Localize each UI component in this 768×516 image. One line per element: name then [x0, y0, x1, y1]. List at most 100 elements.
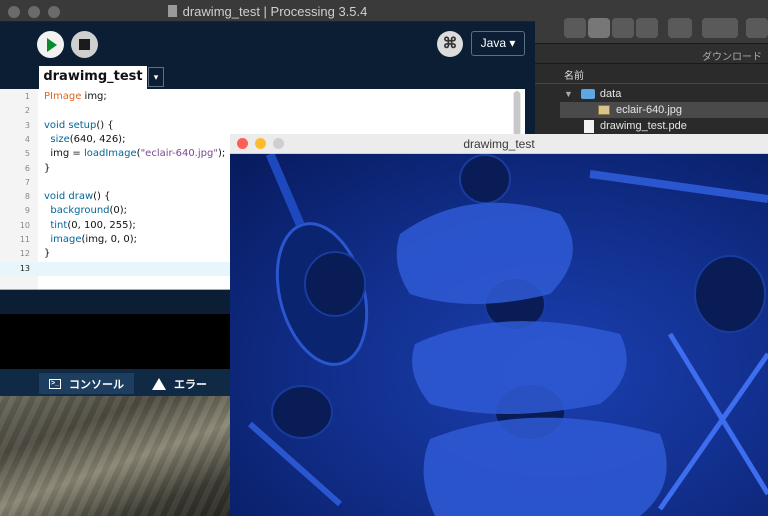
line-number: 9 — [24, 206, 30, 216]
ide-title-text: drawimg_test | Processing 3.5.4 — [182, 4, 368, 19]
finder-item-label: data — [599, 88, 622, 100]
code-text: tint(0, 100, 255); — [44, 219, 136, 233]
code-text: void draw() { — [44, 190, 110, 204]
finder-item-label: drawimg_test.pde — [600, 120, 687, 132]
line-number: 8 — [24, 192, 30, 202]
code-token: PImage — [44, 91, 82, 102]
code-text: void setup() { — [44, 119, 114, 133]
sketch-output-window: drawimg_test — [230, 134, 768, 516]
code-token: size — [50, 133, 70, 145]
code-token: } — [44, 248, 51, 260]
line-number: 13 — [19, 263, 30, 273]
ide-title: drawimg_test | Processing 3.5.4 — [0, 4, 535, 19]
group-button[interactable] — [702, 18, 738, 38]
column-header-name: 名前 — [564, 71, 584, 82]
line-number: 7 — [24, 177, 30, 187]
finder-item-pde[interactable]: drawimg_test.pde — [584, 118, 687, 134]
code-token: () { — [93, 191, 111, 203]
image-file-icon — [598, 105, 610, 115]
line-number: 5 — [24, 149, 30, 159]
ide-titlebar[interactable]: drawimg_test | Processing 3.5.4 — [0, 0, 535, 22]
sketch-canvas — [230, 154, 768, 516]
terminal-icon: >_ — [49, 378, 61, 389]
strawberry-shape — [459, 154, 511, 204]
desktop-wallpaper — [0, 390, 240, 516]
eclair-shape — [423, 417, 667, 516]
spoon-handle — [265, 154, 305, 226]
line-number: 1 — [24, 92, 30, 101]
document-icon — [167, 5, 177, 17]
stop-button[interactable] — [71, 31, 98, 58]
code-token: setup — [68, 119, 97, 131]
code-token: void — [44, 191, 66, 203]
line-number: 3 — [24, 120, 30, 130]
fork-shape — [657, 352, 768, 511]
line-number: 6 — [24, 163, 30, 173]
sketch-titlebar[interactable]: drawimg_test — [230, 134, 768, 154]
code-line[interactable]: 1 PImage img; — [0, 90, 520, 104]
code-token: loadImage — [83, 148, 137, 160]
finder-item-label: eclair-640.jpg — [616, 104, 683, 116]
tinted-eclair-image — [248, 154, 768, 516]
tab-menu-button[interactable]: ▾ — [148, 67, 164, 87]
path-label[interactable]: ダウンロード — [702, 48, 762, 63]
disclosure-triangle-icon[interactable]: ▼ — [564, 89, 573, 99]
column-header[interactable]: 名前 — [532, 64, 768, 84]
code-token: (0, 100, 255); — [67, 219, 136, 231]
code-text: image(img, 0, 0); — [44, 233, 137, 247]
eclair-shape — [412, 321, 627, 414]
line-number: 11 — [19, 235, 30, 244]
code-token: () { — [96, 119, 114, 131]
line-number: 4 — [24, 134, 30, 144]
knife-shape — [589, 170, 768, 203]
code-token: (img, 0, 0); — [81, 234, 137, 245]
code-token: ); — [217, 148, 226, 160]
console-tab-label: コンソール — [69, 378, 124, 391]
icon-view-button[interactable] — [564, 18, 586, 38]
code-text: background(0); — [44, 204, 127, 218]
mode-selector[interactable]: Java ▾ — [471, 31, 525, 56]
gallery-view-button[interactable] — [636, 18, 658, 38]
code-text: size(640, 426); — [44, 133, 125, 147]
finder-item-jpg[interactable]: eclair-640.jpg — [560, 102, 768, 118]
strawberry-shape — [304, 251, 366, 317]
finder-toolbar — [532, 0, 768, 44]
code-text: } — [44, 162, 50, 176]
code-text: img = loadImage("eclair-640.jpg"); — [44, 147, 225, 161]
tab-errors[interactable]: エラー — [142, 373, 217, 394]
code-token: tint — [50, 219, 68, 231]
code-token: (0); — [109, 205, 128, 217]
line-number: 2 — [24, 106, 30, 116]
code-token: background — [50, 205, 110, 217]
list-view-button[interactable] — [588, 18, 610, 38]
code-text: PImage img; — [44, 90, 107, 104]
code-line[interactable]: 3 void setup() { — [0, 119, 520, 133]
strawberry-shape — [271, 385, 333, 439]
column-view-button[interactable] — [612, 18, 634, 38]
sketch-title: drawimg_test — [463, 137, 535, 151]
tab-drawimg-test[interactable]: drawimg_test — [39, 66, 147, 89]
wallpaper-texture — [0, 390, 240, 516]
code-token: image — [50, 234, 82, 245]
errors-tab-label: エラー — [174, 378, 207, 391]
finder-item-data[interactable]: ▼ data — [564, 86, 621, 102]
code-token: img; — [81, 91, 107, 102]
tab-console[interactable]: >_ コンソール — [39, 373, 134, 394]
code-token: draw — [68, 191, 94, 203]
run-button[interactable] — [37, 31, 64, 58]
line-number: 10 — [19, 220, 30, 230]
code-token: (640, 426); — [69, 133, 126, 145]
code-token: } — [44, 162, 51, 174]
code-line[interactable]: 2 — [0, 104, 520, 118]
code-text: } — [44, 247, 50, 261]
code-token: "eclair-640.jpg" — [140, 148, 218, 160]
folder-action-button[interactable] — [668, 18, 692, 38]
strawberry-shape — [694, 255, 766, 333]
gear-icon[interactable] — [746, 18, 768, 38]
eclair-shape — [396, 202, 573, 304]
debug-button[interactable]: ⌘ — [437, 31, 463, 57]
finder-pathbar: ダウンロード — [532, 44, 768, 64]
finder-window: ダウンロード 名前 ▼ data eclair-640.jpg drawimg_… — [532, 0, 768, 150]
code-token: img = — [44, 148, 84, 160]
folder-icon — [580, 89, 595, 99]
